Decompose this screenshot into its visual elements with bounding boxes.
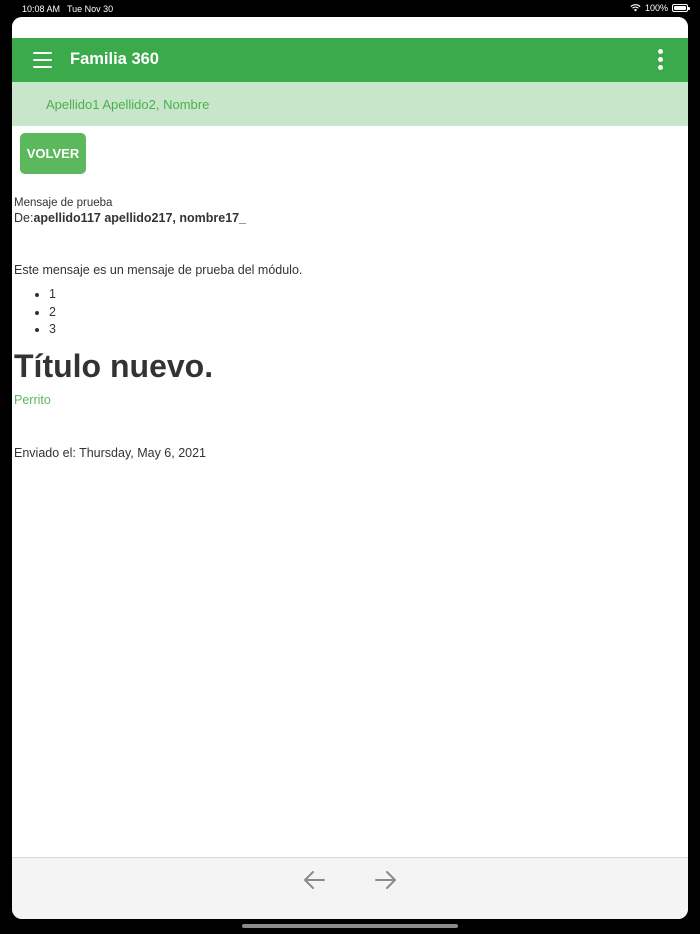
list-item: 2 [49,304,688,322]
from-name: apellido117 apellido217, nombre17_ [33,211,247,225]
hamburger-menu-icon[interactable] [33,52,52,68]
sent-date: Enviado el: Thursday, May 6, 2021 [14,445,207,460]
arrow-right-icon[interactable] [374,870,398,890]
app-bar: Familia 360 [12,38,688,82]
back-button[interactable]: VOLVER [20,133,86,174]
status-date: Tue Nov 30 [67,4,114,14]
message-heading: Título nuevo. [14,347,214,384]
vertical-dots-icon[interactable] [658,49,664,73]
list-item: 1 [49,286,688,304]
student-name-header: Apellido1 Apellido2, Nombre [12,82,688,126]
message-subject: Mensaje de prueba [14,197,113,209]
app-screen: Familia 360 Apellido1 Apellido2, Nombre … [12,17,688,919]
student-name: Apellido1 Apellido2, Nombre [46,96,210,112]
home-indicator[interactable] [242,924,458,928]
wifi-icon [630,4,641,12]
message-from: De:apellido117 apellido217, nombre17_ [14,211,688,225]
arrow-left-icon[interactable] [302,870,326,890]
from-label: De: [14,211,34,225]
message-content: VOLVER Mensaje de prueba De:apellido117 … [12,126,688,460]
status-time: 10:08 AM [22,4,61,14]
message-list: 1 2 3 [14,286,688,339]
list-item: 3 [49,321,688,339]
message-body: Este mensaje es un mensaje de prueba del… [14,263,303,277]
app-title: Familia 360 [70,50,159,68]
bottom-toolbar [12,857,688,919]
top-spacer [12,17,688,38]
battery-icon [672,4,690,12]
status-right: 100% [630,3,690,13]
status-bar: 10:08 AM Tue Nov 30 100% [0,0,700,17]
message-link[interactable]: Perrito [14,393,688,407]
battery-percent: 100% [644,3,668,13]
